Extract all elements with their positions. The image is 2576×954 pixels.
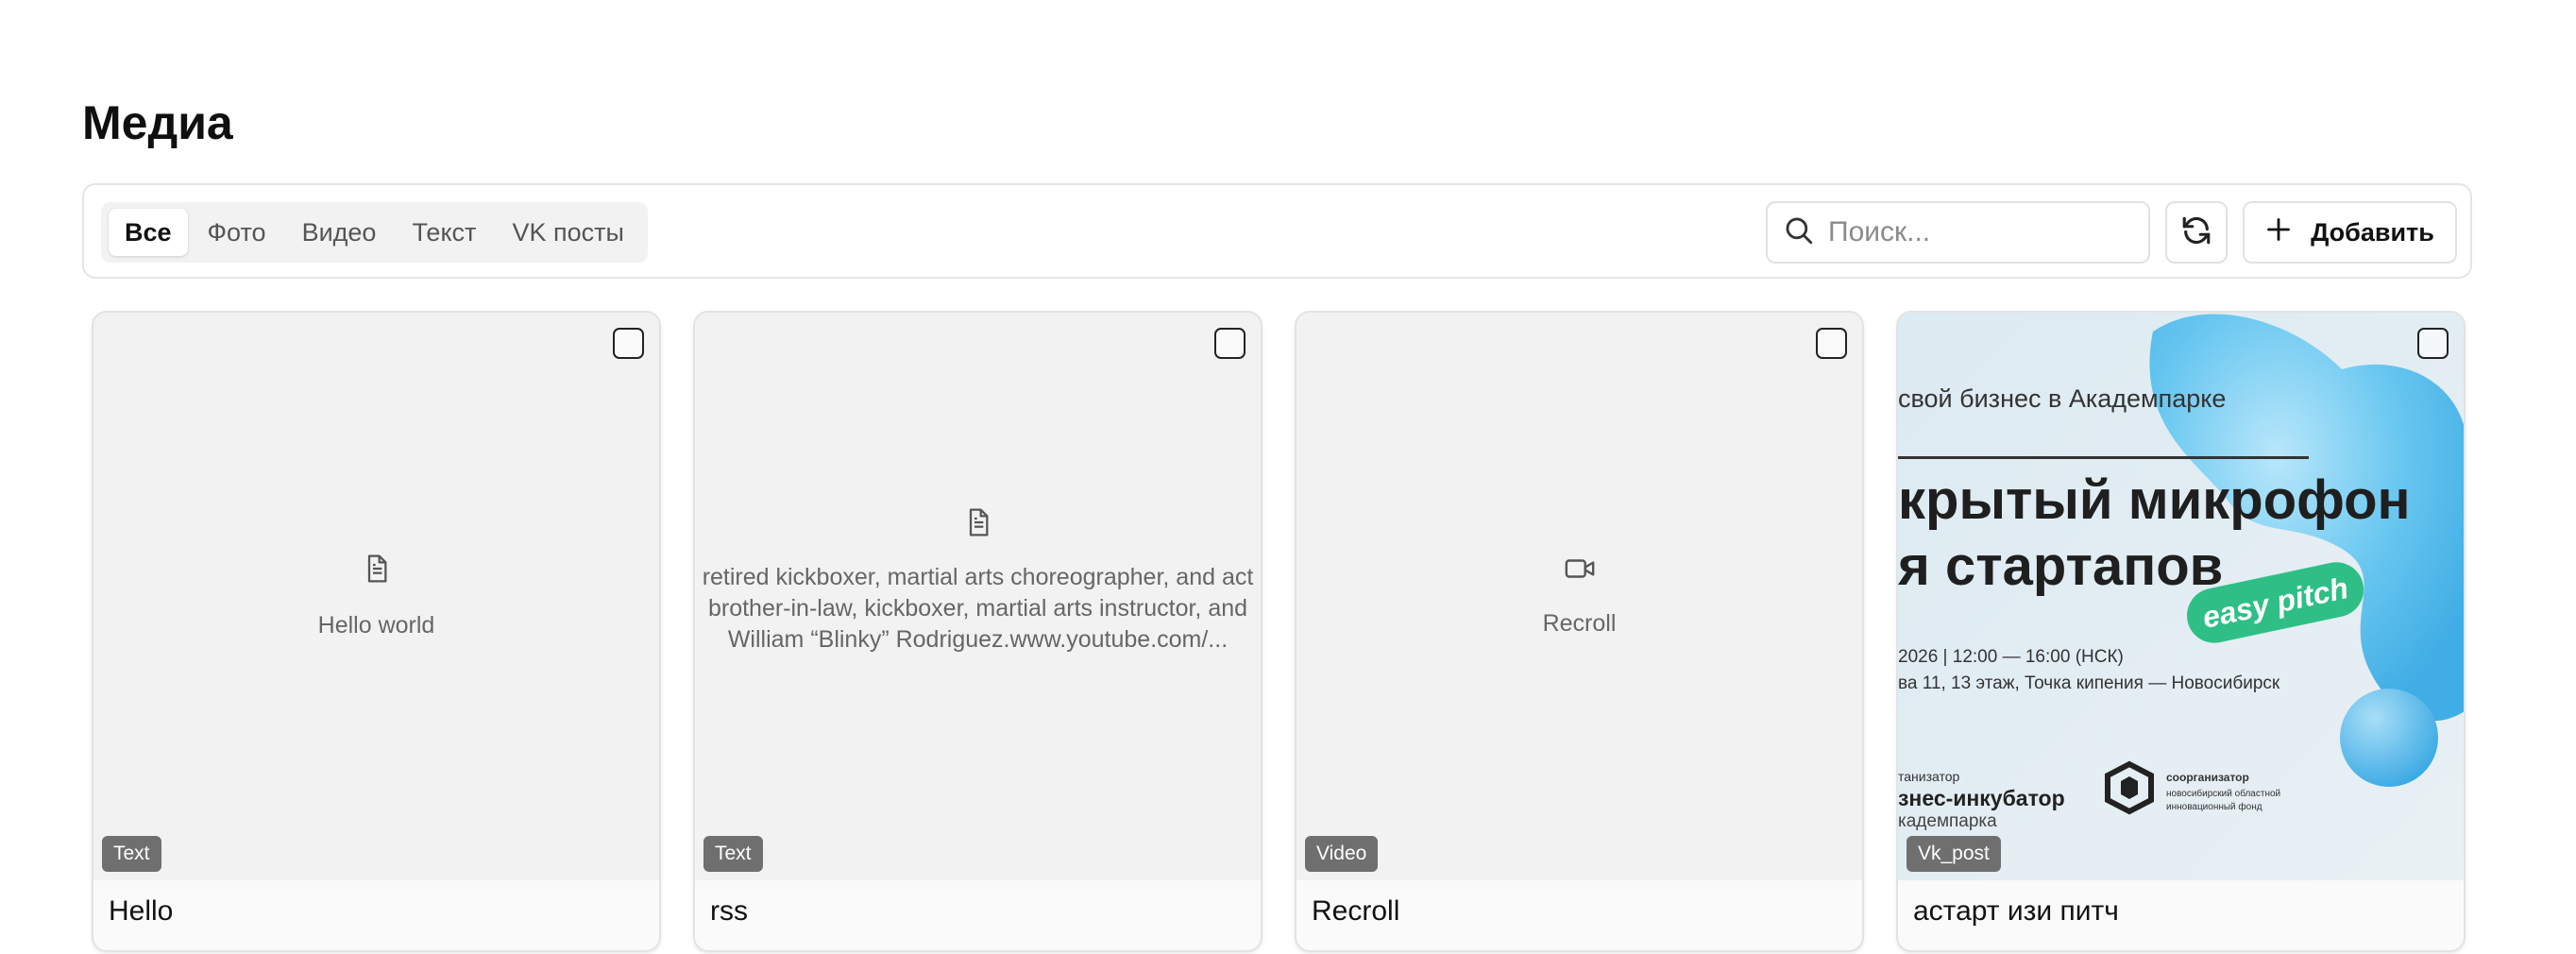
card-select-checkbox[interactable] <box>2417 328 2449 359</box>
card-preview-text: Hello world <box>317 612 435 639</box>
add-button[interactable]: Добавить <box>2243 201 2457 264</box>
media-card[interactable]: свой бизнес в Академпарке крытый микрофо… <box>1896 311 2466 952</box>
image-text: знес-инкубатор <box>1898 786 2065 810</box>
search-input[interactable] <box>1828 216 2130 248</box>
card-title: астарт изи питч <box>1913 895 2119 927</box>
image-text: новосибирский областной <box>2166 788 2280 799</box>
media-card[interactable]: Recroll Video Recroll <box>1295 311 1864 952</box>
card-preview: Recroll <box>1296 313 1862 880</box>
card-select-checkbox[interactable] <box>613 328 644 359</box>
document-icon <box>963 506 993 543</box>
tab-text[interactable]: Текст <box>396 209 492 256</box>
image-text: кадемпарка <box>1898 811 1997 831</box>
image-text: ва 11, 13 этаж, Точка кипения — Новосиби… <box>1898 673 2280 693</box>
card-preview: Hello world <box>93 313 659 880</box>
media-card[interactable]: retired kickboxer, martial arts choreogr… <box>693 311 1263 952</box>
card-preview-text: Recroll <box>1542 610 1617 637</box>
video-camera-icon <box>1564 554 1596 588</box>
media-type-tabs: Все Фото Видео Текст VK посты <box>101 202 648 263</box>
tab-vk-posts[interactable]: VK посты <box>496 209 639 256</box>
image-text: свой бизнес в Академпарке <box>1898 384 2226 413</box>
search-icon <box>1783 214 1815 251</box>
card-title: Recroll <box>1312 895 1400 927</box>
search-box[interactable] <box>1766 201 2150 264</box>
media-card[interactable]: Hello world Text Hello <box>92 311 661 952</box>
type-badge: Text <box>102 836 161 872</box>
image-text: 2026 | 12:00 — 16:00 (НСК) <box>1898 647 2124 667</box>
card-title: rss <box>710 895 748 927</box>
image-text: танизатор <box>1898 769 1960 784</box>
image-text: соорганизатор <box>2166 771 2249 784</box>
add-button-label: Добавить <box>2311 217 2434 247</box>
tab-photo[interactable]: Фото <box>192 209 282 256</box>
image-text: я стартапов <box>1898 536 2223 597</box>
document-icon <box>362 553 392 589</box>
preview-line: William “Blinky” Rodriguez.www.youtube.c… <box>727 625 1229 653</box>
preview-line: retired kickboxer, martial arts choreogr… <box>702 563 1254 590</box>
type-badge: Text <box>703 836 763 872</box>
tab-all[interactable]: Все <box>109 209 188 256</box>
tab-video[interactable]: Видео <box>286 209 393 256</box>
refresh-icon <box>2180 214 2212 251</box>
plus-icon <box>2265 216 2292 249</box>
card-title: Hello <box>109 895 174 927</box>
image-text: инновационный фонд <box>2166 801 2262 812</box>
image-text: крытый микрофон <box>1898 469 2411 531</box>
post-image: свой бизнес в Академпарке крытый микрофо… <box>1898 313 2464 880</box>
toolbar: Все Фото Видео Текст VK посты Добавить <box>82 183 2472 279</box>
type-badge: Vk_post <box>1907 836 2001 872</box>
card-select-checkbox[interactable] <box>1816 328 1847 359</box>
refresh-button[interactable] <box>2165 201 2228 264</box>
card-select-checkbox[interactable] <box>1214 328 1246 359</box>
card-preview-text: retired kickboxer, martial arts choreogr… <box>703 562 1254 656</box>
type-badge: Video <box>1305 836 1379 872</box>
preview-line: brother-in-law, kickboxer, martial arts … <box>707 594 1248 622</box>
page-title: Медиа <box>82 96 233 149</box>
card-preview: retired kickboxer, martial arts choreogr… <box>695 313 1261 880</box>
